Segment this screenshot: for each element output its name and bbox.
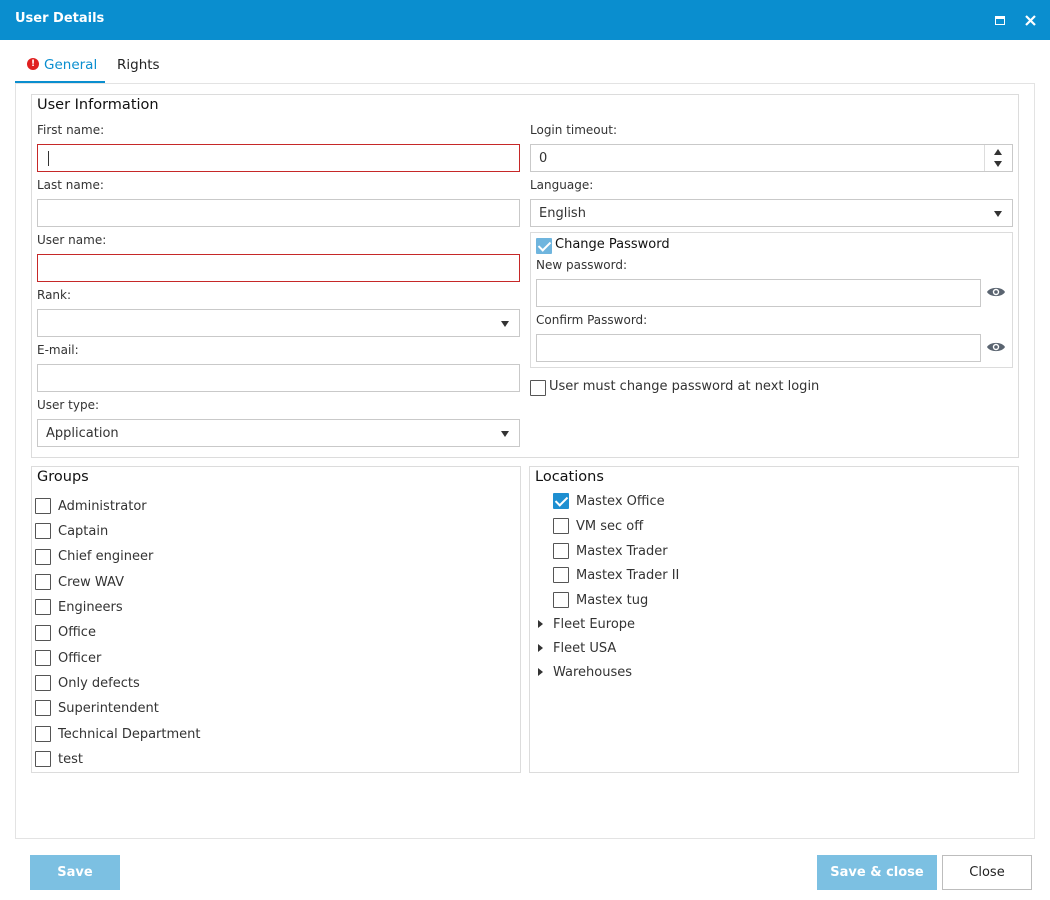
first-name-input[interactable]: [37, 144, 520, 172]
maximize-button[interactable]: [990, 10, 1010, 30]
expand-arrow-icon[interactable]: [538, 620, 543, 628]
new-password-input[interactable]: [536, 279, 981, 307]
close-icon: [1024, 14, 1036, 26]
tab-general-label: General: [44, 57, 98, 73]
group-label: Only defects: [58, 676, 140, 691]
last-name-input[interactable]: [37, 199, 520, 227]
login-timeout-input[interactable]: 0: [530, 144, 1013, 172]
save-button[interactable]: Save: [30, 855, 120, 890]
section-title: User Information: [37, 97, 159, 113]
expand-arrow-icon[interactable]: [538, 668, 543, 676]
location-checkbox-mastex-tug[interactable]: [553, 592, 569, 608]
group-checkbox-officer[interactable]: [35, 650, 51, 666]
group-label: Officer: [58, 651, 102, 666]
numeric-spinner: [984, 145, 1012, 171]
user-type-label: User type:: [37, 398, 100, 412]
save-and-close-button[interactable]: Save & close: [817, 855, 937, 890]
user-name-label: User name:: [37, 233, 107, 247]
email-label: E-mail:: [37, 343, 79, 357]
location-label: VM sec off: [576, 519, 644, 534]
error-icon: !: [27, 58, 39, 70]
confirm-password-input[interactable]: [536, 334, 981, 362]
user-type-select[interactable]: Application: [37, 419, 520, 447]
user-name-input[interactable]: [37, 254, 520, 282]
location-label: Mastex Trader II: [576, 568, 680, 583]
expand-arrow-icon[interactable]: [538, 644, 543, 652]
group-label: Chief engineer: [58, 549, 154, 564]
user-type-value: Application: [46, 426, 119, 441]
location-label: Mastex Office: [576, 494, 665, 509]
location-checkbox-vm-sec-off[interactable]: [553, 518, 569, 534]
group-checkbox-crew-wav[interactable]: [35, 574, 51, 590]
maximize-icon: [995, 15, 1005, 25]
group-checkbox-chief-engineer[interactable]: [35, 549, 51, 565]
spin-up-icon[interactable]: [994, 149, 1002, 155]
last-name-label: Last name:: [37, 178, 104, 192]
group-label: Technical Department: [58, 727, 201, 742]
dropdown-arrow-icon: [994, 211, 1002, 217]
show-password-icon[interactable]: [986, 340, 1006, 354]
dropdown-arrow-icon: [501, 431, 509, 437]
change-password-label: Change Password: [555, 237, 670, 252]
tree-folder-fleet-usa[interactable]: Fleet USA: [553, 641, 616, 656]
group-label: Superintendent: [58, 701, 159, 716]
tree-folder-warehouses[interactable]: Warehouses: [553, 665, 632, 680]
rank-label: Rank:: [37, 288, 72, 302]
group-checkbox-test[interactable]: [35, 751, 51, 767]
group-checkbox-office[interactable]: [35, 625, 51, 641]
tab-rights-label: Rights: [117, 57, 160, 73]
text-cursor: [48, 151, 49, 166]
group-label: Captain: [58, 524, 109, 539]
group-checkbox-captain[interactable]: [35, 523, 51, 539]
dropdown-arrow-icon: [501, 321, 509, 327]
must-change-password-label: User must change password at next login: [549, 379, 820, 394]
confirm-password-label: Confirm Password:: [536, 313, 648, 327]
tree-folder-fleet-europe[interactable]: Fleet Europe: [553, 617, 635, 632]
tab-rights[interactable]: Rights: [117, 48, 165, 83]
tab-general[interactable]: ! General: [15, 48, 105, 83]
group-label: test: [58, 752, 83, 767]
spin-down-icon[interactable]: [994, 161, 1002, 167]
close-button[interactable]: Close: [942, 855, 1032, 890]
language-value: English: [539, 206, 586, 221]
login-timeout-label: Login timeout:: [530, 123, 617, 137]
groups-title: Groups: [37, 469, 89, 485]
language-select[interactable]: English: [530, 199, 1013, 227]
location-checkbox-mastex-trader[interactable]: [553, 543, 569, 559]
first-name-label: First name:: [37, 123, 105, 137]
group-label: Crew WAV: [58, 575, 124, 590]
login-timeout-value: 0: [539, 151, 548, 166]
show-password-icon[interactable]: [986, 285, 1006, 299]
language-label: Language:: [530, 178, 594, 192]
group-label: Engineers: [58, 600, 123, 615]
email-input[interactable]: [37, 364, 520, 392]
location-label: Mastex tug: [576, 593, 649, 608]
group-checkbox-engineers[interactable]: [35, 599, 51, 615]
locations-title: Locations: [535, 469, 604, 485]
window-title: User Details: [15, 11, 105, 26]
location-checkbox-mastex-trader-ii[interactable]: [553, 567, 569, 583]
group-label: Administrator: [58, 499, 147, 514]
group-checkbox-superintendent[interactable]: [35, 700, 51, 716]
rank-select[interactable]: [37, 309, 520, 337]
group-checkbox-technical-department[interactable]: [35, 726, 51, 742]
change-password-checkbox[interactable]: [536, 238, 552, 254]
new-password-label: New password:: [536, 258, 628, 272]
group-checkbox-only-defects[interactable]: [35, 675, 51, 691]
location-label: Mastex Trader: [576, 544, 668, 559]
title-bar: User Details: [0, 0, 1050, 40]
group-label: Office: [58, 625, 96, 640]
group-checkbox-administrator[interactable]: [35, 498, 51, 514]
close-window-button[interactable]: [1020, 10, 1040, 30]
location-checkbox-mastex-office[interactable]: [553, 493, 569, 509]
must-change-password-checkbox[interactable]: [530, 380, 546, 396]
